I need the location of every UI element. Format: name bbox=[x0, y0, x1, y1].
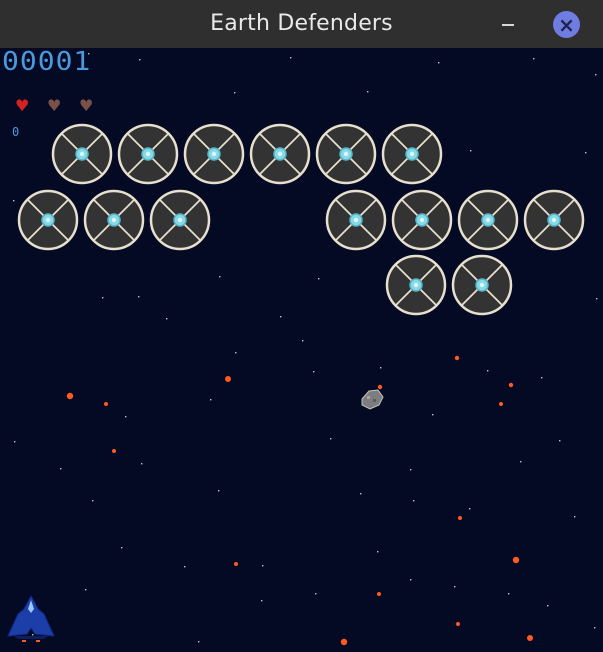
star bbox=[318, 278, 320, 280]
projectile bbox=[527, 635, 533, 641]
star bbox=[280, 316, 282, 318]
minimize-button[interactable] bbox=[496, 12, 520, 36]
star bbox=[184, 566, 186, 568]
close-button[interactable]: × bbox=[553, 11, 580, 38]
star bbox=[410, 469, 412, 471]
star bbox=[60, 468, 62, 470]
enemy-disc-icon bbox=[451, 254, 513, 316]
star bbox=[454, 586, 456, 588]
star bbox=[219, 276, 221, 278]
star bbox=[367, 91, 369, 93]
close-icon: × bbox=[558, 12, 575, 37]
star bbox=[210, 399, 212, 401]
star bbox=[315, 593, 317, 595]
heart-icon: ♥ bbox=[47, 96, 62, 115]
star bbox=[138, 296, 140, 298]
enemy-disc-icon bbox=[325, 189, 387, 251]
projectile bbox=[66, 392, 74, 400]
asteroid-icon bbox=[361, 384, 384, 410]
star bbox=[262, 565, 264, 567]
enemy-disc-icon bbox=[149, 189, 211, 251]
lives-indicator: ♥ ♥ ♥ bbox=[15, 98, 105, 116]
star bbox=[166, 318, 168, 320]
projectile bbox=[225, 376, 231, 382]
star bbox=[290, 57, 292, 59]
star bbox=[302, 340, 304, 342]
star bbox=[596, 298, 598, 300]
star bbox=[313, 371, 315, 373]
star bbox=[432, 414, 434, 416]
projectile bbox=[456, 622, 460, 626]
titlebar: Earth Defenders × bbox=[0, 0, 603, 48]
star bbox=[413, 500, 415, 502]
star bbox=[377, 551, 379, 553]
star bbox=[487, 370, 489, 372]
star bbox=[508, 593, 510, 595]
star bbox=[32, 634, 34, 636]
star bbox=[547, 605, 549, 607]
star bbox=[360, 493, 362, 495]
projectile bbox=[458, 516, 462, 520]
star bbox=[585, 152, 587, 154]
projectile bbox=[499, 402, 503, 406]
star bbox=[410, 579, 412, 581]
enemy-disc-icon bbox=[117, 123, 179, 185]
star bbox=[139, 59, 141, 61]
enemy-disc-icon bbox=[51, 123, 113, 185]
projectile bbox=[234, 562, 238, 566]
star bbox=[438, 62, 440, 64]
star bbox=[234, 92, 236, 94]
projectile bbox=[377, 592, 381, 596]
score-display: 00001 bbox=[2, 46, 92, 77]
enemy-disc-icon bbox=[83, 189, 145, 251]
star bbox=[235, 352, 237, 354]
projectile bbox=[508, 382, 514, 388]
star bbox=[559, 440, 561, 442]
star bbox=[533, 58, 535, 60]
star bbox=[218, 490, 220, 492]
star bbox=[595, 74, 597, 76]
projectile bbox=[104, 402, 108, 406]
star bbox=[574, 516, 576, 518]
star bbox=[469, 508, 471, 510]
projectile bbox=[512, 556, 520, 564]
projectile bbox=[112, 449, 116, 453]
star bbox=[141, 463, 143, 465]
star bbox=[470, 150, 472, 152]
player-ship-icon[interactable] bbox=[7, 594, 55, 642]
heart-icon: ♥ bbox=[79, 96, 94, 115]
heart-icon: ♥ bbox=[15, 96, 30, 115]
enemy-disc-icon bbox=[385, 254, 447, 316]
star bbox=[125, 416, 127, 418]
star bbox=[594, 627, 596, 629]
game-area[interactable]: 00001 ♥ ♥ ♥ 0 bbox=[0, 48, 603, 652]
star bbox=[102, 297, 104, 299]
enemy-disc-icon bbox=[457, 189, 519, 251]
enemy-disc-icon bbox=[391, 189, 453, 251]
star bbox=[330, 438, 332, 440]
enemy-disc-icon bbox=[183, 123, 245, 185]
star bbox=[198, 641, 200, 643]
level-indicator: 0 bbox=[12, 125, 20, 139]
projectile bbox=[454, 355, 460, 361]
star bbox=[520, 461, 522, 463]
enemy-disc-icon bbox=[523, 189, 585, 251]
enemy-disc-icon bbox=[17, 189, 79, 251]
enemy-disc-icon bbox=[249, 123, 311, 185]
star bbox=[380, 367, 382, 369]
star bbox=[541, 377, 543, 379]
projectile bbox=[340, 638, 348, 646]
star bbox=[92, 500, 94, 502]
game-window: Earth Defenders × 00001 ♥ ♥ ♥ 0 bbox=[0, 0, 603, 652]
game-canvas bbox=[7, 53, 598, 646]
enemy-disc-icon bbox=[315, 123, 377, 185]
star bbox=[13, 200, 15, 202]
star bbox=[85, 589, 87, 591]
star bbox=[261, 600, 263, 602]
star bbox=[121, 547, 123, 549]
enemy-disc-icon bbox=[381, 123, 443, 185]
star bbox=[14, 441, 16, 443]
